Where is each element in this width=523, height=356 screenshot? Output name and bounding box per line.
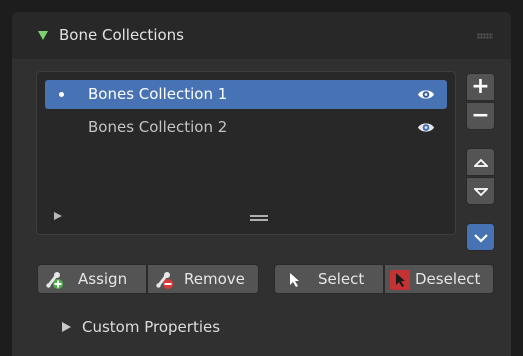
remove-bone-icon: [156, 272, 173, 289]
panel-title: Bone Collections: [59, 26, 184, 44]
deselect-button[interactable]: Deselect: [384, 264, 494, 294]
remove-button[interactable]: Remove: [147, 264, 259, 294]
list-resize-grip-icon[interactable]: [250, 215, 268, 221]
plus-icon: +: [471, 74, 490, 99]
minus-icon: −: [471, 103, 490, 128]
list-item-label: Bones Collection 1: [88, 85, 228, 103]
select-button[interactable]: Select: [274, 264, 384, 294]
add-collection-button[interactable]: +: [466, 73, 495, 101]
assign-button[interactable]: Assign: [37, 264, 147, 294]
move-up-icon: [472, 158, 489, 167]
eye-icon[interactable]: [417, 88, 435, 101]
bone-collection-list: Bones Collection 1 Bones Collection 2: [36, 71, 456, 235]
assign-bone-icon: [46, 272, 63, 289]
move-down-button[interactable]: [466, 177, 495, 205]
active-dot-icon: [59, 92, 64, 97]
chevron-down-icon: [473, 234, 488, 243]
assign-label: Assign: [78, 270, 128, 288]
disclosure-triangle-down-icon[interactable]: [38, 31, 48, 40]
deselect-label: Deselect: [415, 270, 481, 288]
filter-options-triangle-icon[interactable]: [54, 212, 62, 220]
panel-header[interactable]: Bone Collections: [12, 12, 511, 59]
move-up-button[interactable]: [466, 148, 495, 176]
select-label: Select: [318, 270, 365, 288]
remove-label: Remove: [184, 270, 245, 288]
list-item-label: Bones Collection 2: [88, 118, 228, 136]
custom-properties-subpanel[interactable]: Custom Properties: [82, 318, 220, 336]
specials-menu-button[interactable]: [466, 223, 495, 251]
move-down-icon: [472, 188, 489, 197]
remove-collection-button[interactable]: −: [466, 102, 495, 130]
deselect-cursor-icon: [390, 270, 410, 290]
eye-icon[interactable]: [417, 121, 435, 134]
cursor-arrow-icon: [290, 273, 299, 287]
list-item[interactable]: Bones Collection 2: [45, 113, 447, 142]
list-item[interactable]: Bones Collection 1: [45, 80, 447, 109]
disclosure-triangle-right-icon[interactable]: [62, 322, 71, 332]
drag-grip-icon[interactable]: [477, 33, 493, 39]
